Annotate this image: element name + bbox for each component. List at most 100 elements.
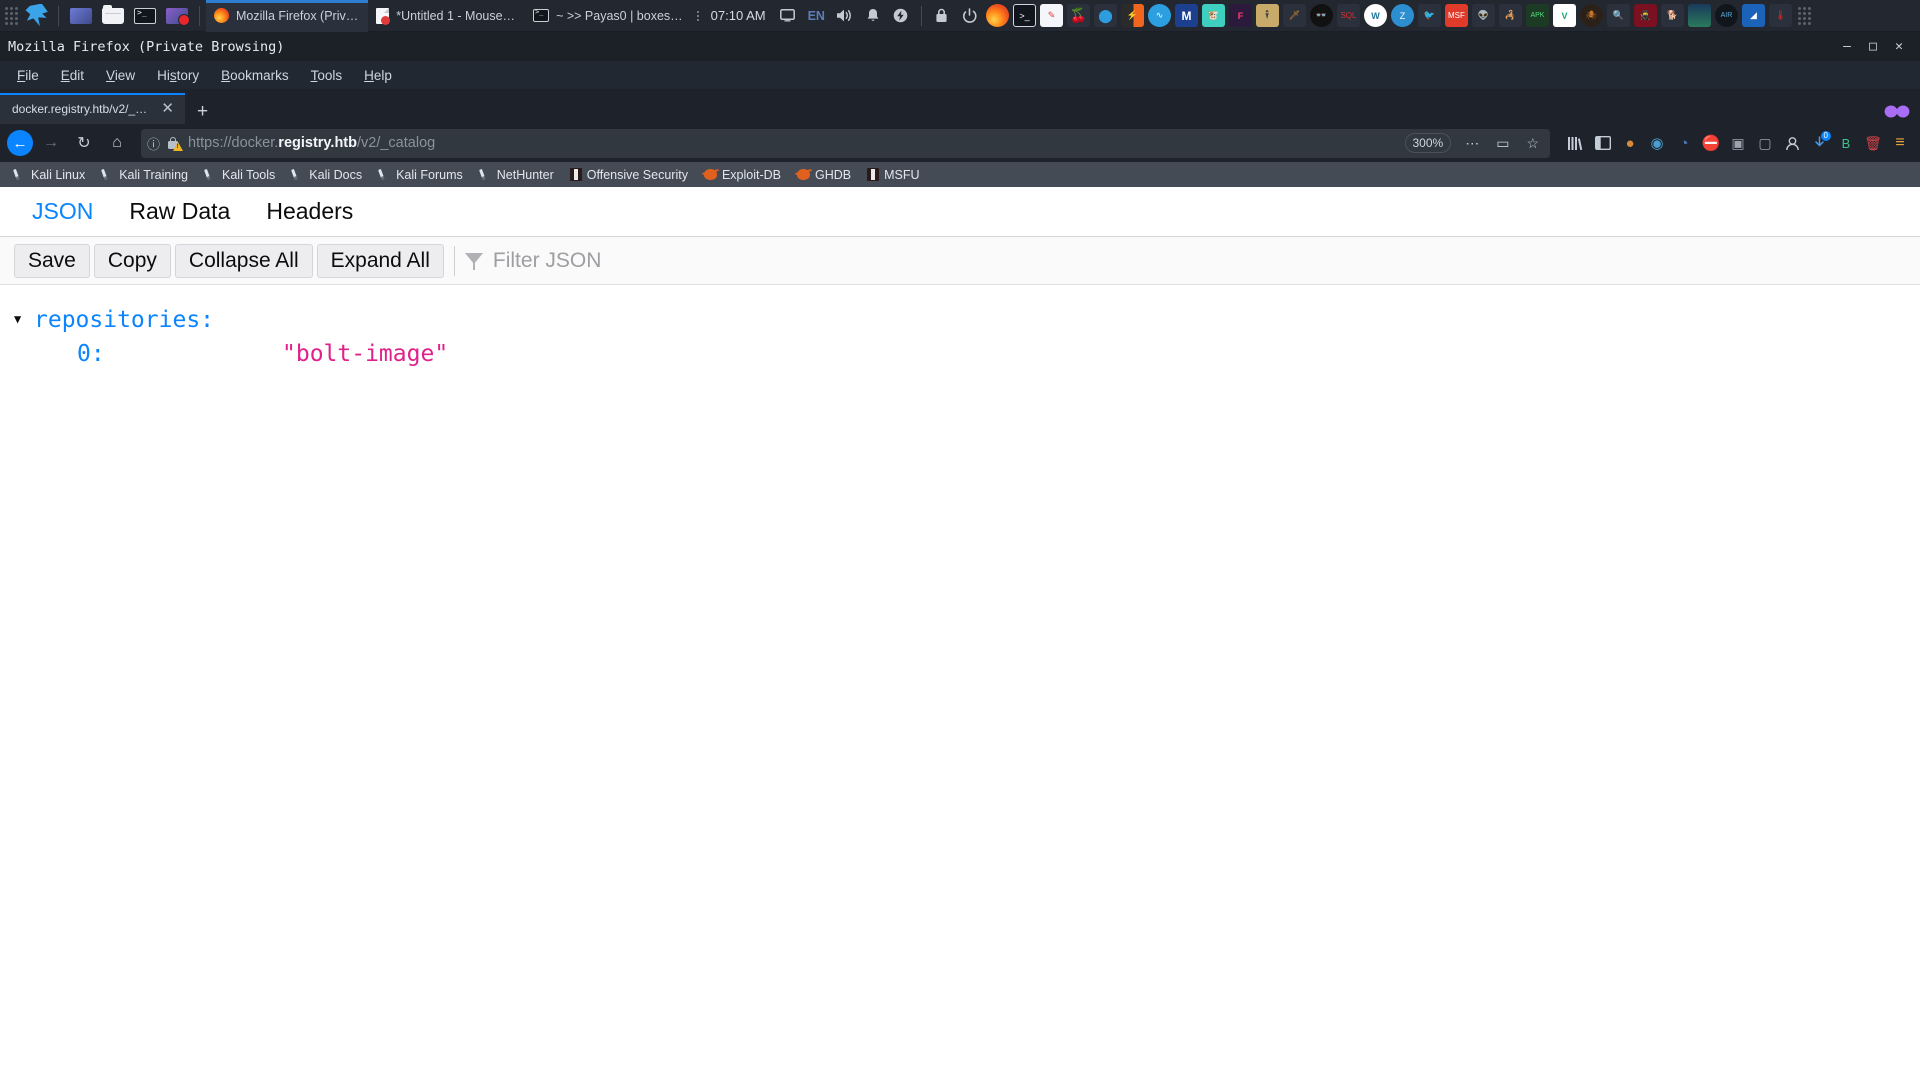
searchsploit-icon[interactable]: 🔍 — [1606, 4, 1630, 27]
terminal-icon[interactable] — [132, 5, 158, 27]
tab-raw-data[interactable]: Raw Data — [111, 190, 248, 233]
taskbar-window-firefox[interactable]: Mozilla Firefox (Priv… — [206, 0, 369, 32]
bookmark-kali-forums[interactable]: Kali Forums — [371, 166, 470, 184]
menu-bookmarks[interactable]: Bookmarks — [210, 64, 300, 87]
mousepad-icon[interactable]: ✎ — [1039, 4, 1063, 27]
netdata-icon[interactable] — [1687, 4, 1711, 27]
keyboard-language-indicator[interactable]: EN — [802, 9, 831, 23]
reader-toggle-icon[interactable]: ▢ — [1752, 129, 1778, 157]
close-button[interactable]: ✕ — [1886, 35, 1912, 59]
lock-screen-icon[interactable] — [931, 5, 953, 27]
display-icon[interactable] — [777, 5, 799, 27]
nikto-icon[interactable]: 🦂 — [1498, 4, 1522, 27]
taskbar-overflow-icon[interactable] — [693, 10, 703, 21]
bookmark-exploit-db[interactable]: Exploit-DB — [697, 166, 788, 184]
zaproxy-icon[interactable]: Z — [1390, 4, 1414, 27]
ublock-origin-icon[interactable]: ⛔ — [1698, 129, 1724, 157]
lock-warning-icon[interactable] — [167, 136, 184, 151]
thermometer-icon[interactable]: 🌡 — [1768, 4, 1792, 27]
collapse-all-button[interactable]: Collapse All — [174, 243, 313, 278]
foxyproxy-icon[interactable]: ◔ — [1671, 129, 1697, 157]
burpsuite-icon[interactable]: ⬤ — [1093, 4, 1117, 27]
json-row-item-0[interactable]: 0: "bolt-image" — [14, 337, 1920, 371]
zoom-level-indicator[interactable]: 300% — [1404, 133, 1452, 153]
kali-dragon-icon[interactable] — [22, 3, 52, 29]
menu-view[interactable]: View — [95, 64, 146, 87]
bookmark-offensive-security[interactable]: Offensive Security — [563, 166, 695, 184]
menu-edit[interactable]: Edit — [50, 64, 95, 87]
faraday-icon[interactable]: ⚡ — [1120, 4, 1144, 27]
bookmark-msfu[interactable]: MSFU — [860, 166, 926, 184]
power-icon[interactable] — [890, 5, 912, 27]
bookmark-kali-tools[interactable]: Kali Tools — [197, 166, 282, 184]
expand-all-button[interactable]: Expand All — [316, 243, 444, 278]
account-icon[interactable] — [1779, 129, 1805, 157]
home-button[interactable]: ⌂ — [102, 128, 132, 158]
bookmark-ghdb[interactable]: GHDB — [790, 166, 858, 184]
save-button[interactable]: Save — [14, 243, 90, 278]
show-desktop-icon[interactable] — [68, 5, 94, 27]
page-info-icon[interactable]: ⓘ — [147, 134, 160, 153]
metasploit-icon[interactable]: MSF — [1444, 4, 1468, 27]
menu-help[interactable]: Help — [353, 64, 403, 87]
wpscan-icon[interactable]: W — [1363, 4, 1387, 27]
delete-cookies-icon[interactable]: 🗑 — [1860, 129, 1886, 157]
bookmark-nethunter[interactable]: NetHunter — [472, 166, 561, 184]
downloads-icon[interactable]: 0 — [1806, 129, 1832, 157]
hydra-icon[interactable]: 🗡 — [1282, 4, 1306, 27]
spiderfoot-icon[interactable]: 🕷 — [1579, 4, 1603, 27]
privacy-badger-icon[interactable]: B — [1833, 129, 1859, 157]
volume-icon[interactable] — [834, 5, 856, 27]
forward-button[interactable]: → — [36, 128, 66, 158]
library-icon[interactable] — [1563, 129, 1589, 157]
reload-button[interactable]: ↻ — [69, 128, 99, 158]
ffuf-icon[interactable]: F — [1228, 4, 1252, 27]
new-tab-button[interactable]: + — [185, 102, 218, 124]
clock[interactable]: 07:10 AM — [703, 8, 774, 23]
vim-icon[interactable]: V — [1552, 4, 1576, 27]
armitage-icon[interactable]: ◢ — [1741, 4, 1765, 27]
notification-bell-icon[interactable] — [862, 5, 884, 27]
page-actions-icon[interactable]: ⋯ — [1460, 135, 1484, 152]
browser-tab-catalog[interactable]: docker.registry.htb/v2/_catal ✕ — [0, 93, 185, 124]
close-tab-icon[interactable]: ✕ — [158, 101, 177, 116]
dbeaver-icon[interactable]: 🐕 — [1660, 4, 1684, 27]
maximize-button[interactable]: □ — [1860, 35, 1886, 59]
screenshot-icon[interactable]: ▣ — [1725, 129, 1751, 157]
applications-grip-icon[interactable] — [4, 5, 18, 27]
menu-icon[interactable]: ≡ — [1887, 129, 1913, 157]
responder-icon[interactable]: 👽 — [1471, 4, 1495, 27]
beef-icon[interactable]: 🐮 — [1201, 4, 1225, 27]
mitmproxy-icon[interactable]: 👓 — [1309, 4, 1333, 27]
copy-button[interactable]: Copy — [93, 243, 171, 278]
tab-headers[interactable]: Headers — [248, 190, 371, 233]
sidebar-icon[interactable] — [1590, 129, 1616, 157]
screen-recorder-icon[interactable] — [164, 5, 190, 27]
apktool-icon[interactable]: APK — [1525, 4, 1549, 27]
menu-tools[interactable]: Tools — [300, 64, 354, 87]
expand-twisty-icon[interactable]: ▼ — [14, 303, 34, 329]
maltego-icon[interactable]: M — [1174, 4, 1198, 27]
reader-mode-icon[interactable]: ▭ — [1491, 135, 1514, 152]
recon-ng-icon[interactable]: 🐦 — [1417, 4, 1441, 27]
taskbar-handle-grip[interactable] — [1798, 5, 1812, 27]
logout-icon[interactable] — [959, 5, 981, 27]
wireshark-icon[interactable]: ∿ — [1147, 4, 1171, 27]
sqlninja-icon[interactable]: 🥷 — [1633, 4, 1657, 27]
cookie-extension-icon[interactable]: ● — [1617, 129, 1643, 157]
sqlmap-icon[interactable]: SQL — [1336, 4, 1360, 27]
bookmark-star-icon[interactable]: ☆ — [1521, 135, 1544, 152]
taskbar-window-terminal[interactable]: ~ >> Payas0 | boxes… — [525, 0, 693, 32]
url-bar[interactable]: ⓘ https://docker.registry.htb/v2/_catalo… — [141, 128, 1550, 158]
bookmark-kali-training[interactable]: Kali Training — [94, 166, 195, 184]
taskbar-window-mousepad[interactable]: *Untitled 1 - Mouse… — [368, 0, 525, 32]
cherrytree-icon[interactable]: 🍒 — [1066, 4, 1090, 27]
minimize-button[interactable]: — — [1834, 35, 1860, 59]
airgeddon-icon[interactable]: AIR — [1714, 4, 1738, 27]
firefox-icon[interactable] — [985, 4, 1009, 27]
bookmark-kali-docs[interactable]: Kali Docs — [284, 166, 369, 184]
filter-json-input[interactable]: Filter JSON — [464, 249, 601, 273]
wappalyzer-icon[interactable]: ◉ — [1644, 129, 1670, 157]
menu-history[interactable]: History — [146, 64, 210, 87]
tab-json[interactable]: JSON — [14, 190, 111, 233]
